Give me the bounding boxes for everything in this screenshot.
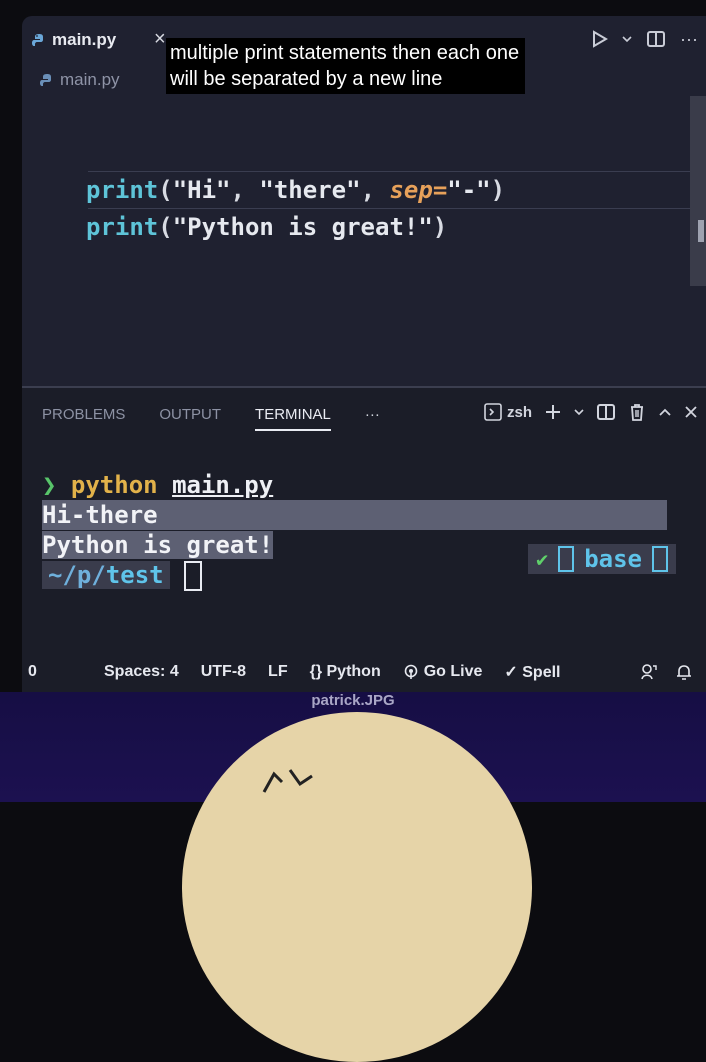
- code-token: print: [86, 213, 159, 241]
- terminal-command: python: [70, 471, 158, 499]
- chevron-down-icon[interactable]: [574, 407, 584, 417]
- code-token: "there": [259, 176, 361, 204]
- code-token: sep: [389, 176, 433, 204]
- feedback-icon[interactable]: [640, 663, 658, 681]
- bell-icon[interactable]: [676, 663, 692, 681]
- terminal-icon: [484, 403, 502, 421]
- success-check-icon: ✔: [536, 547, 549, 571]
- presenter-photo: [182, 712, 532, 1062]
- panel-actions: zsh: [484, 402, 698, 422]
- split-terminal-icon[interactable]: [596, 402, 616, 422]
- go-live-button[interactable]: Go Live: [403, 663, 483, 681]
- python-file-icon: [32, 34, 43, 46]
- webcam-label: patrick.JPG: [311, 692, 395, 709]
- problems-count[interactable]: 0: [28, 663, 37, 681]
- video-caption: multiple print statements then each one …: [166, 38, 526, 94]
- terminal-command-line: ❯ python main.py: [42, 470, 667, 500]
- eol-status[interactable]: LF: [268, 663, 288, 681]
- tab-output[interactable]: OUTPUT: [159, 406, 221, 431]
- python-env-icon: [558, 546, 575, 572]
- breadcrumb[interactable]: main.py: [40, 70, 120, 90]
- language-status[interactable]: {} Python: [310, 663, 381, 681]
- encoding-status[interactable]: UTF-8: [201, 663, 246, 681]
- prompt-right-status: ✔ base: [528, 544, 676, 574]
- terminal-selector[interactable]: zsh: [484, 403, 532, 421]
- code-token: ): [432, 213, 448, 241]
- cwd-dir: test: [105, 561, 164, 589]
- code-token: ): [490, 176, 506, 204]
- broadcast-icon: [404, 664, 418, 679]
- run-icon[interactable]: [592, 30, 609, 48]
- breadcrumb-label: main.py: [60, 70, 120, 89]
- status-items: Spaces: 4 UTF-8 LF {} Python Go Live ✓ S…: [104, 662, 561, 682]
- panel-tabs: PROBLEMS OUTPUT TERMINAL ···: [42, 406, 380, 431]
- tab-terminal[interactable]: TERMINAL: [255, 406, 331, 431]
- scrollbar-thumb[interactable]: [698, 220, 704, 242]
- terminal-output-line: Hi-there: [42, 500, 667, 530]
- env-segment: ✔ base: [528, 544, 676, 574]
- new-terminal-icon[interactable]: [544, 403, 562, 421]
- code-token: ,: [360, 176, 390, 204]
- caption-line-1: multiple print statements then each one: [170, 42, 520, 64]
- code-token: (: [158, 176, 173, 204]
- python-file-icon: [40, 74, 51, 86]
- status-icons: [640, 663, 692, 681]
- code-token: print: [86, 176, 159, 204]
- spell-status[interactable]: ✓ Spell: [504, 662, 560, 682]
- editor-window: main.py × main.py ··· print("Hi", "there…: [22, 16, 706, 692]
- env-name: base: [584, 545, 642, 573]
- more-icon[interactable]: ···: [680, 28, 698, 50]
- tab-close-icon[interactable]: ×: [154, 28, 166, 51]
- tab-main-py[interactable]: main.py: [32, 30, 116, 50]
- code-token: "-": [447, 176, 491, 204]
- maximize-icon[interactable]: [658, 407, 672, 417]
- tab-label: main.py: [52, 30, 117, 49]
- status-bar: 0 Spaces: 4 UTF-8 LF {} Python Go Live ✓…: [22, 652, 706, 692]
- code-token: "Hi": [172, 176, 231, 204]
- editor-scrollbar[interactable]: [690, 96, 706, 286]
- trash-icon[interactable]: [628, 402, 646, 422]
- code-line-2: print("Python is great!"): [86, 209, 505, 246]
- output-text: Hi-there: [42, 500, 667, 530]
- terminal-cursor: [183, 561, 202, 591]
- terminal-command-arg: main.py: [172, 471, 274, 499]
- close-icon[interactable]: [684, 405, 698, 419]
- code-token: (: [158, 213, 173, 241]
- editor-toolbar: ···: [592, 28, 698, 50]
- code-line-1: print("Hi", "there", sep="-"): [86, 172, 505, 209]
- caption-line-2: will be separated by a new line: [170, 68, 443, 90]
- tab-problems[interactable]: PROBLEMS: [42, 406, 125, 431]
- prompt-symbol: ❯: [42, 471, 57, 499]
- split-editor-icon[interactable]: [646, 29, 666, 49]
- code-token: =: [432, 176, 448, 204]
- bottom-panel: PROBLEMS OUTPUT TERMINAL ··· zsh ❯ pytho…: [22, 386, 706, 654]
- env-end-icon: [652, 546, 668, 572]
- output-text: Python is great!: [42, 531, 274, 559]
- code-editor[interactable]: print("Hi", "there", sep="-") print("Pyt…: [86, 172, 505, 246]
- code-token: "Python is great!": [172, 213, 433, 241]
- cwd-segment: ~/p/test: [42, 561, 170, 589]
- code-token: ,: [230, 176, 260, 204]
- indentation-status[interactable]: Spaces: 4: [104, 663, 179, 681]
- webcam-overlay: patrick.JPG: [0, 692, 706, 1062]
- cwd-prefix: ~/p/: [48, 561, 106, 589]
- chevron-down-icon[interactable]: [622, 34, 632, 44]
- go-live-label: Go Live: [423, 663, 483, 680]
- more-icon[interactable]: ···: [365, 406, 380, 431]
- presenter-glasses: [262, 769, 313, 793]
- shell-name: zsh: [506, 403, 532, 421]
